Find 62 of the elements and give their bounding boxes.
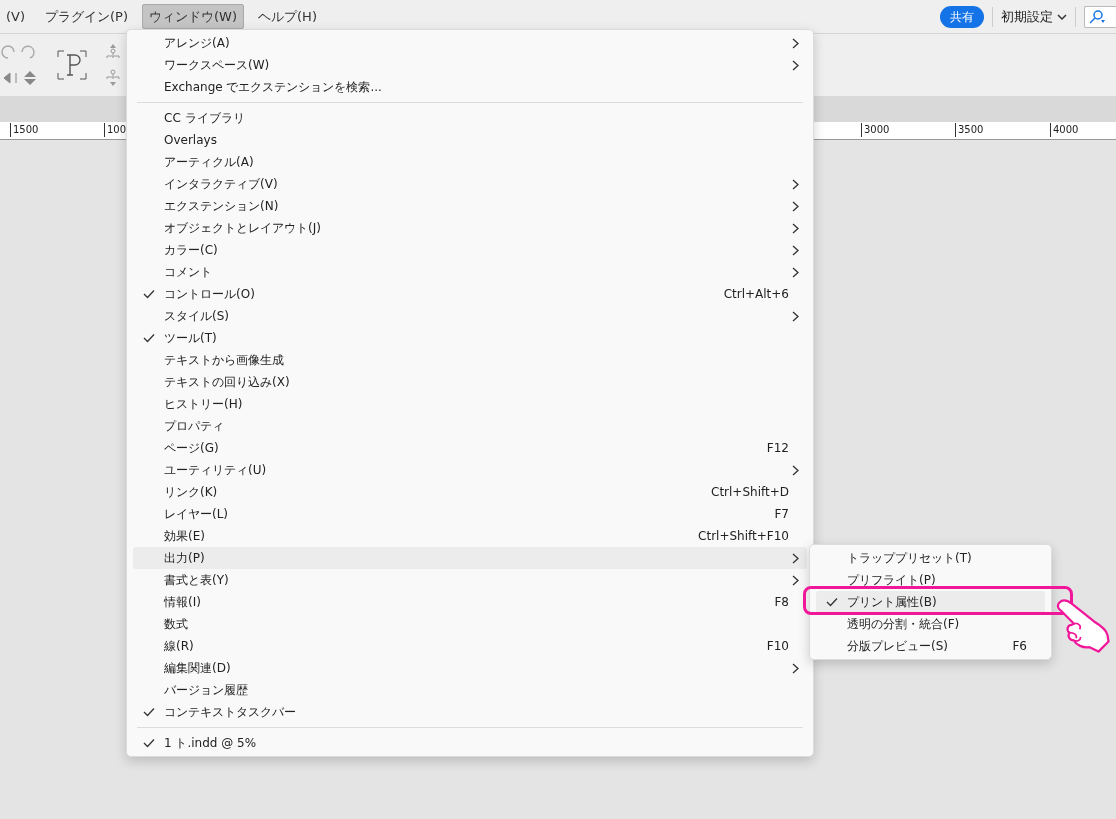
search-field[interactable]: [1084, 5, 1116, 28]
menu-item[interactable]: トラッププリセット(T): [816, 547, 1045, 569]
menu-item[interactable]: ワークスペース(W): [133, 54, 807, 76]
menu-item[interactable]: リンク(K) Ctrl+Shift+D: [133, 481, 807, 503]
shortcut-label: F7: [774, 506, 789, 523]
ruler-label: 4000: [1050, 123, 1079, 137]
shortcut-label: F10: [766, 638, 789, 655]
menu-item[interactable]: インタラクティブ(V): [133, 173, 807, 195]
shortcut-label: Ctrl+Shift+F10: [698, 528, 789, 545]
pointing-hand-drawing: [1055, 598, 1113, 655]
menu-item[interactable]: 分版プレビュー(S) F6: [816, 635, 1045, 657]
menu-item[interactable]: 数式: [133, 613, 807, 635]
workspace-dropdown[interactable]: 初期設定: [1001, 6, 1067, 27]
ruler-label: 3500: [955, 123, 984, 137]
menu-item[interactable]: オブジェクトとレイアウト(J): [133, 217, 807, 239]
menu-item[interactable]: 書式と表(Y): [133, 569, 807, 591]
caret-icon: [1057, 12, 1067, 21]
menu-bar-item[interactable]: ウィンドウ(W): [142, 3, 245, 30]
menu-bar-item[interactable]: プラグイン(P): [39, 4, 135, 29]
menu-item[interactable]: ツール(T): [133, 327, 807, 349]
menu-item[interactable]: プロパティ: [133, 415, 807, 437]
menu-item[interactable]: コンテキストタスクバー: [133, 701, 807, 723]
menu-item[interactable]: アレンジ(A): [133, 32, 807, 54]
menu-item[interactable]: 透明の分割・統合(F): [816, 613, 1045, 635]
menu-item[interactable]: Exchange でエクステンションを検索...: [133, 76, 807, 98]
menu-item[interactable]: テキストから画像生成: [133, 349, 807, 371]
menu-item[interactable]: Overlays: [133, 129, 807, 151]
menu-item[interactable]: バージョン履歴: [133, 679, 807, 701]
menu-item[interactable]: ユーティリティ(U): [133, 459, 807, 481]
menu-item[interactable]: 編集関連(D): [133, 657, 807, 679]
share-button[interactable]: 共有: [940, 5, 984, 28]
shortcut-label: F12: [766, 440, 789, 457]
menu-item[interactable]: 効果(E) Ctrl+Shift+F10: [133, 525, 807, 547]
shortcut-label: Ctrl+Shift+D: [711, 484, 789, 501]
menu-item[interactable]: カラー(C): [133, 239, 807, 261]
menu-item[interactable]: 出力(P): [133, 547, 807, 569]
menu-item[interactable]: コメント: [133, 261, 807, 283]
menu-item[interactable]: プリフライト(P): [816, 569, 1045, 591]
menu-bar-item[interactable]: ヘルプ(H): [252, 4, 323, 29]
menu-item[interactable]: テキストの回り込み(X): [133, 371, 807, 393]
shortcut-label: Ctrl+Alt+6: [723, 286, 789, 303]
search-icon: [1089, 9, 1107, 24]
menu-item[interactable]: 1 ト.indd @ 5%: [133, 732, 807, 754]
menu-item[interactable]: スタイル(S): [133, 305, 807, 327]
menu-item[interactable]: ヒストリー(H): [133, 393, 807, 415]
menu-item[interactable]: アーティクル(A): [133, 151, 807, 173]
hierarchy-icon: [104, 69, 122, 87]
menu-item[interactable]: エクステンション(N): [133, 195, 807, 217]
hierarchy-icon: [104, 43, 122, 61]
menu-item[interactable]: コントロール(O) Ctrl+Alt+6: [133, 283, 807, 305]
menu-item[interactable]: プリント属性(B): [816, 591, 1045, 613]
menu-item[interactable]: CC ライブラリ: [133, 107, 807, 129]
paragraph-frame-icon: [56, 49, 88, 81]
menu-item[interactable]: 情報(I) F8: [133, 591, 807, 613]
shortcut-label: F6: [1012, 638, 1027, 655]
ruler-label: 3000: [861, 123, 890, 137]
shortcut-label: F8: [774, 594, 789, 611]
menu-item[interactable]: レイヤー(L) F7: [133, 503, 807, 525]
menu-item[interactable]: 線(R) F10: [133, 635, 807, 657]
menu-bar-item[interactable]: (V): [0, 4, 32, 29]
menu-item[interactable]: ページ(G) F12: [133, 437, 807, 459]
ruler-label: 1500: [10, 123, 39, 137]
